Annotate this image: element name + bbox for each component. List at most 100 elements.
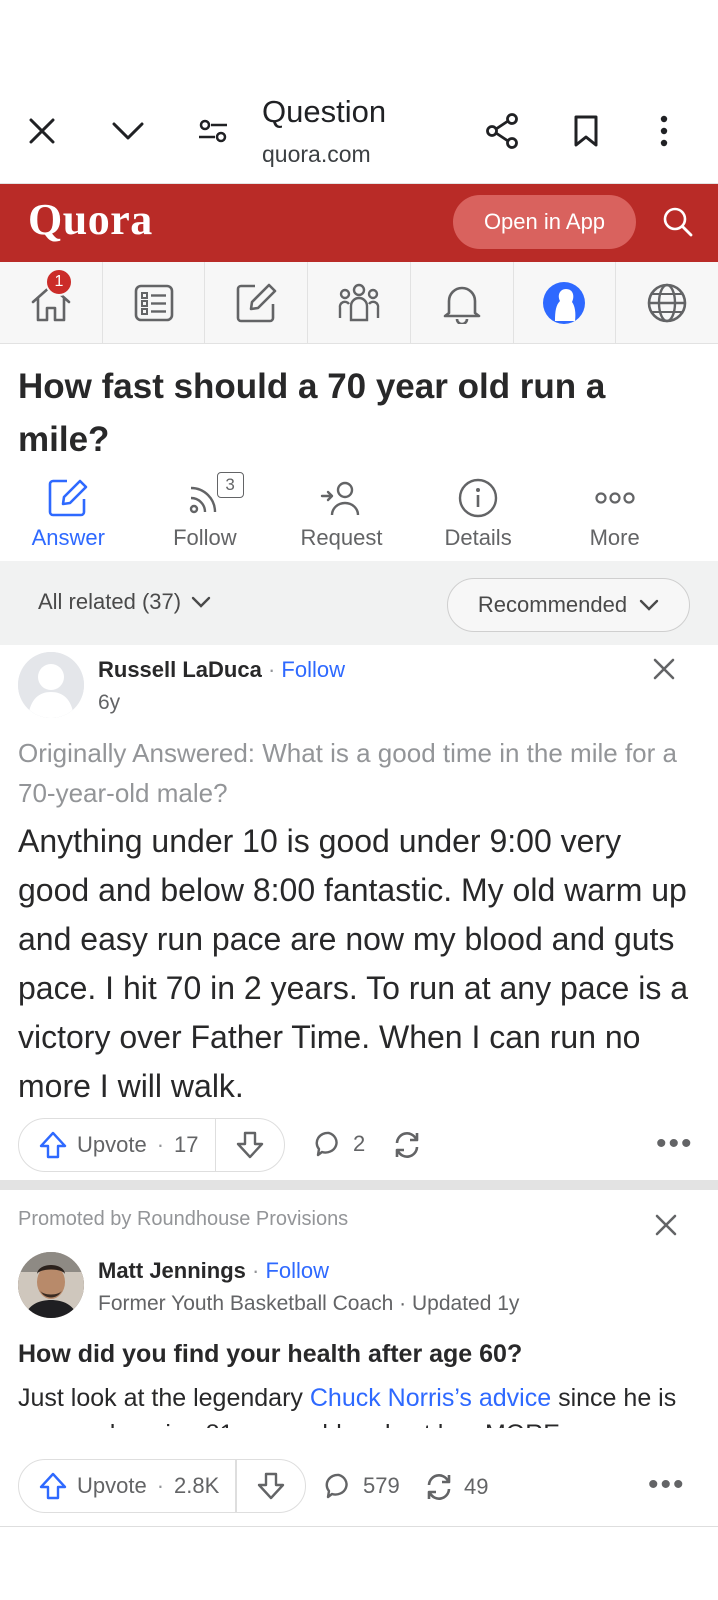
reshare-icon — [427, 1474, 451, 1500]
site-settings-icon[interactable] — [189, 107, 237, 155]
details-button[interactable]: Details — [410, 475, 547, 561]
open-in-app-button[interactable]: Open in App — [453, 195, 636, 249]
feed-list-icon — [134, 284, 173, 321]
upvote-separator: · — [156, 1132, 165, 1157]
originally-answered[interactable]: Originally Answered: What is a good time… — [18, 733, 688, 813]
follow-label: Follow — [173, 525, 237, 550]
nav-profile[interactable] — [514, 262, 617, 343]
bookmark-icon[interactable] — [562, 107, 610, 155]
edit-icon — [48, 475, 88, 521]
chuck-norris-link[interactable]: Chuck Norris’s advice — [310, 1384, 551, 1412]
nav-language[interactable] — [616, 262, 718, 343]
more-label: More — [589, 525, 640, 550]
close-icon[interactable] — [18, 107, 66, 155]
upvote-arrow-icon — [39, 1131, 67, 1159]
share-count: 49 — [464, 1474, 489, 1499]
notification-badge: 1 — [45, 268, 73, 296]
chevron-down-icon[interactable] — [104, 107, 152, 155]
info-icon — [457, 475, 499, 521]
more-dots-icon — [594, 475, 636, 521]
comment-icon — [325, 1473, 348, 1499]
upvote-arrow-icon — [39, 1472, 67, 1500]
comment-count: 2 — [353, 1131, 366, 1156]
answer-age: 6y — [98, 691, 121, 714]
quora-header: Quora Open in App — [0, 184, 718, 262]
promoted-overflow-menu[interactable]: ••• — [648, 1468, 686, 1502]
nav-answer[interactable] — [205, 262, 309, 343]
nav-spaces[interactable] — [308, 262, 411, 343]
all-related-dropdown[interactable]: All related (37) — [38, 589, 211, 615]
request-label: Request — [300, 525, 383, 550]
question-title: How fast should a 70 year old run a mile… — [18, 367, 606, 459]
close-icon[interactable] — [646, 651, 682, 687]
globe-icon — [647, 283, 687, 322]
bell-icon — [443, 286, 481, 324]
share-button[interactable]: 49 — [424, 1472, 488, 1502]
answer-label: Answer — [31, 525, 105, 550]
avatar[interactable] — [18, 652, 84, 718]
close-icon[interactable] — [648, 1207, 684, 1243]
comments-button[interactable]: 2 — [315, 1130, 365, 1158]
request-user-icon — [320, 475, 362, 521]
follow-question-button[interactable]: 3 Follow — [137, 472, 274, 561]
upvote-separator: · — [156, 1473, 165, 1498]
promoted-body[interactable]: Just look at the legendary Chuck Norris’… — [18, 1380, 698, 1428]
profile-avatar-icon — [543, 281, 586, 324]
main-nav: 1 — [0, 262, 718, 344]
sort-label: Recommended — [477, 592, 628, 617]
answer-overflow-menu[interactable]: ••• — [656, 1127, 694, 1161]
author-name[interactable]: Matt Jennings — [98, 1258, 246, 1283]
details-label: Details — [444, 525, 512, 550]
answer-card: Russell LaDuca · Follow 6y Originally An… — [0, 645, 718, 1180]
upvote-count: 17 — [174, 1132, 199, 1157]
promoted-label[interactable]: Promoted by Roundhouse Provisions — [18, 1208, 348, 1231]
author-credential: Former Youth Basketball Coach · Updated … — [98, 1292, 520, 1315]
share-icon[interactable] — [478, 107, 526, 155]
share-button[interactable] — [392, 1130, 422, 1160]
promoted-author-line: Matt Jennings · Follow — [98, 1258, 330, 1283]
upvote-label: Upvote — [77, 1132, 147, 1157]
sort-dropdown[interactable]: Recommended — [447, 578, 690, 632]
url-text[interactable]: quora.com — [262, 141, 371, 168]
downvote-arrow-icon — [236, 1131, 264, 1159]
quora-logo[interactable]: Quora — [28, 194, 153, 245]
downvote-button[interactable] — [237, 1460, 305, 1512]
answer-button[interactable]: Answer — [0, 475, 137, 561]
spaces-icon — [338, 283, 380, 321]
upvote-button[interactable]: Upvote · 2.8K — [19, 1460, 235, 1512]
comments-button[interactable]: 579 — [325, 1472, 400, 1500]
upvote-button[interactable]: Upvote · 17 — [19, 1119, 215, 1171]
answer-author-line: Russell LaDuca · Follow — [98, 657, 345, 682]
all-related-label: All related (37) — [38, 589, 182, 614]
more-button[interactable]: More — [546, 475, 683, 561]
follow-author-link[interactable]: Follow — [265, 1258, 329, 1283]
chevron-down-icon — [639, 599, 659, 611]
request-button[interactable]: Request — [273, 475, 410, 561]
downvote-button[interactable] — [216, 1119, 284, 1171]
promoted-title[interactable]: How did you find your health after age 6… — [18, 1340, 522, 1369]
promoted-card: Promoted by Roundhouse Provisions Matt J… — [0, 1190, 718, 1526]
avatar[interactable] — [18, 1252, 84, 1318]
reshare-icon — [395, 1132, 419, 1158]
chevron-down-icon — [191, 596, 211, 608]
vote-group: Upvote · 2.8K — [18, 1459, 306, 1513]
upvote-count: 2.8K — [174, 1473, 220, 1498]
follow-count-badge: 3 — [216, 472, 244, 498]
browser-toolbar: Question quora.com — [0, 0, 718, 184]
nav-notifications[interactable] — [411, 262, 514, 343]
nav-following[interactable] — [103, 262, 206, 343]
card-divider — [0, 1180, 718, 1190]
filter-bar: All related (37) Recommended — [0, 561, 718, 645]
question-actions: Answer 3 Follow Request Details More — [0, 472, 718, 561]
upvote-label: Upvote — [77, 1473, 147, 1498]
comment-count: 579 — [363, 1473, 400, 1498]
search-icon[interactable] — [654, 198, 702, 246]
author-name[interactable]: Russell LaDuca — [98, 657, 262, 682]
nav-home[interactable]: 1 — [0, 262, 103, 343]
promoted-body-intro: Just look at the legendary — [18, 1384, 310, 1412]
overflow-menu-icon[interactable] — [640, 107, 688, 155]
answer-text: Anything under 10 is good under 9:00 ver… — [18, 823, 689, 1104]
tab-title: Question — [262, 94, 387, 129]
edit-icon — [236, 283, 277, 322]
follow-author-link[interactable]: Follow — [281, 657, 345, 682]
